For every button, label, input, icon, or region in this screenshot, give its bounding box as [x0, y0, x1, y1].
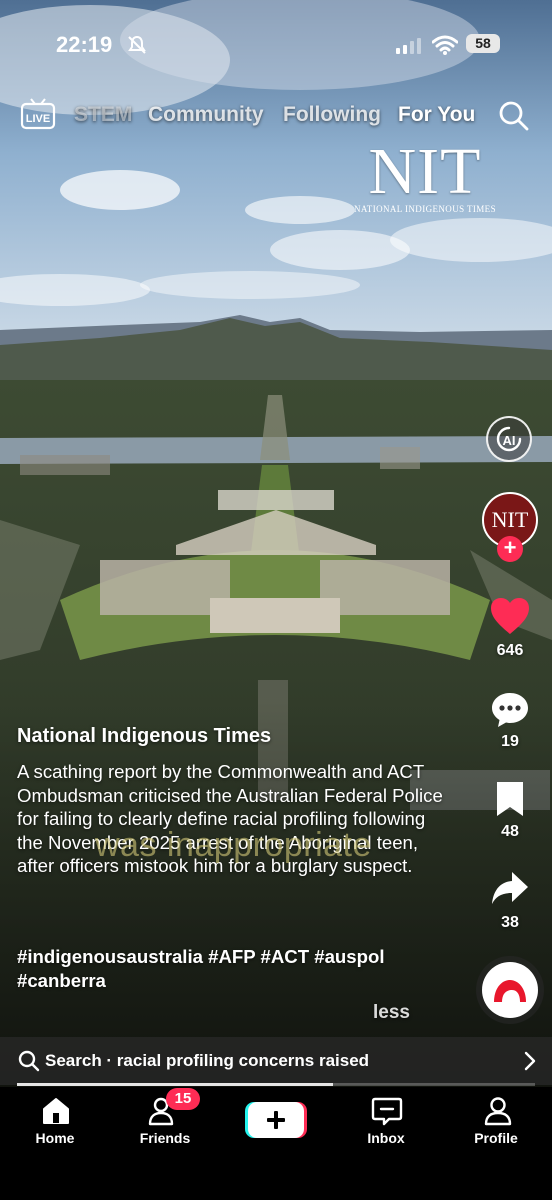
home-icon[interactable] [41, 1096, 71, 1126]
bell-off-icon [128, 35, 146, 54]
comment-icon[interactable] [490, 690, 530, 730]
profile-icon[interactable] [483, 1096, 513, 1126]
share-count: 38 [501, 914, 519, 931]
ai-label: AI [503, 433, 516, 448]
ai-icon: AI [496, 426, 522, 452]
create-plus-button[interactable] [245, 1101, 307, 1139]
cellular-signal-icon [396, 38, 421, 54]
less-link[interactable]: less [373, 1002, 410, 1024]
friends-notification-badge: 15 [166, 1088, 200, 1110]
live-tv-icon[interactable]: LIVE [20, 98, 56, 130]
tab-community[interactable]: Community [148, 103, 264, 127]
heart-icon[interactable] [489, 596, 531, 636]
share-arrow-icon[interactable] [490, 868, 530, 908]
wifi-icon [432, 35, 458, 55]
battery-indicator: 58 [466, 34, 500, 53]
nav-friends-label[interactable]: Friends [125, 1130, 205, 1146]
nav-profile-label[interactable]: Profile [456, 1130, 536, 1146]
nit-logo: NIT NATIONAL INDIGENOUS TIMES [350, 136, 500, 220]
search-icon[interactable] [498, 100, 530, 132]
live-label: LIVE [26, 113, 50, 125]
tab-for-you[interactable]: For You [398, 103, 475, 127]
burned-in-subtitle: was inappropriate [95, 826, 372, 864]
ai-button[interactable]: AI [486, 416, 532, 462]
bookmark-count: 48 [501, 823, 519, 840]
bookmark-icon[interactable] [494, 780, 526, 818]
tab-stem[interactable]: STEM [74, 103, 132, 127]
inbox-icon[interactable] [371, 1096, 403, 1128]
nav-home-label[interactable]: Home [15, 1130, 95, 1146]
comment-count: 19 [501, 733, 519, 750]
music-disc-icon [494, 980, 526, 1002]
like-count: 646 [496, 642, 524, 659]
search-icon [18, 1050, 40, 1072]
sound-disc[interactable] [482, 962, 538, 1018]
author-name[interactable]: National Indigenous Times [17, 725, 271, 748]
chevron-right-icon[interactable] [522, 1050, 538, 1072]
logo-letters: NIT [368, 135, 482, 208]
nav-inbox-label[interactable]: Inbox [346, 1130, 426, 1146]
status-time: 22:19 [56, 32, 113, 57]
video-screen: 22:19 58 LIVE STEM Community Following F… [0, 0, 552, 1200]
follow-plus-button[interactable]: + [497, 536, 523, 562]
tab-following[interactable]: Following [283, 103, 381, 127]
video-progress-fill [17, 1083, 333, 1086]
search-suggestion-text[interactable]: Search · racial profiling concerns raise… [45, 1051, 369, 1071]
hashtags[interactable]: #indigenousaustralia #AFP #ACT #auspol #… [17, 945, 447, 992]
logo-subtitle: NATIONAL INDIGENOUS TIMES [354, 204, 496, 214]
